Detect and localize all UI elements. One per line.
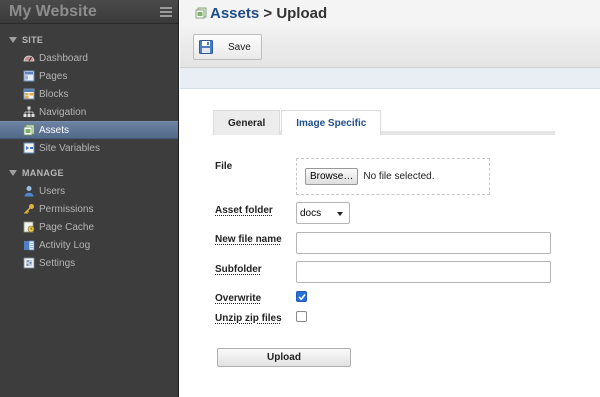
sidebar-item-label: Assets <box>39 124 70 136</box>
sidebar-item-label: Permissions <box>39 203 94 215</box>
sidebar-section-site[interactable]: SITE <box>0 31 178 49</box>
breadcrumb-current: Upload <box>276 4 328 22</box>
navigation-icon <box>23 106 35 117</box>
assets-icon <box>23 124 35 136</box>
collapse-triangle-icon <box>9 170 17 176</box>
users-icon <box>24 186 34 197</box>
breadcrumb-separator: > <box>263 4 273 22</box>
settings-icon <box>23 257 35 269</box>
collapse-triangle-icon <box>9 37 17 43</box>
toolbar: Save <box>180 26 600 68</box>
upload-form: General Image Specific File Browse… No f… <box>180 89 600 397</box>
new-file-name-input[interactable] <box>296 232 551 254</box>
breadcrumb-parent-link[interactable]: Assets <box>210 5 259 22</box>
sidebar-item-label: Pages <box>39 70 68 82</box>
sidebar-section-label: MANAGE <box>22 168 64 178</box>
new-file-name-label: New file name <box>215 234 282 245</box>
sidebar-item-assets[interactable]: Assets <box>0 121 178 139</box>
asset-folder-select[interactable]: docs <box>296 202 350 224</box>
sidebar-item-navigation[interactable]: Navigation <box>0 103 178 121</box>
page-cache-icon <box>23 221 35 233</box>
sidebar-header: My Website <box>0 0 178 24</box>
subfolder-label: Subfolder <box>215 264 262 275</box>
sidebar-item-label: Dashboard <box>39 52 88 64</box>
sidebar-item-permissions[interactable]: Permissions <box>0 200 178 218</box>
asset-folder-value: docs <box>300 207 322 219</box>
sidebar-item-label: Site Variables <box>39 142 100 154</box>
file-label: File <box>215 161 233 172</box>
sidebar-item-site-variables[interactable]: Site Variables <box>0 139 178 157</box>
save-icon <box>199 40 213 54</box>
sidebar-item-label: Navigation <box>39 106 87 118</box>
unzip-label: Unzip zip files <box>215 313 282 324</box>
sidebar-item-label: Activity Log <box>39 239 91 251</box>
site-title[interactable]: My Website <box>9 3 97 21</box>
sidebar-item-label: Page Cache <box>39 221 95 233</box>
sidebar-item-blocks[interactable]: Blocks <box>0 85 178 103</box>
tab-image-specific[interactable]: Image Specific <box>281 110 382 135</box>
save-button[interactable]: Save <box>193 34 262 60</box>
sidebar-section-label: SITE <box>22 35 44 45</box>
overwrite-checkbox[interactable] <box>296 291 307 302</box>
overwrite-label: Overwrite <box>215 293 262 304</box>
sidebar-item-label: Settings <box>39 257 76 269</box>
dashboard-icon <box>23 55 35 62</box>
save-button-label: Save <box>228 41 251 53</box>
tab-bar: General Image Specific <box>213 110 555 135</box>
browse-button[interactable]: Browse… <box>305 168 359 185</box>
site-variables-icon <box>23 142 35 154</box>
unzip-checkbox[interactable] <box>296 311 307 322</box>
menu-icon[interactable] <box>160 6 172 17</box>
breadcrumb: Assets > Upload <box>210 5 327 22</box>
page-header: Assets > Upload <box>180 0 600 26</box>
info-strip <box>180 68 600 89</box>
sidebar-item-page-cache[interactable]: Page Cache <box>0 218 178 236</box>
file-dropzone[interactable]: Browse… No file selected. <box>296 158 490 195</box>
asset-folder-label: Asset folder <box>215 205 273 216</box>
sidebar-item-activity-log[interactable]: Activity Log <box>0 236 178 254</box>
chevron-down-icon <box>337 212 343 216</box>
sidebar-item-label: Users <box>39 185 66 197</box>
pages-icon <box>23 70 35 82</box>
key-icon <box>24 204 34 214</box>
assets-icon <box>195 7 207 19</box>
tab-general[interactable]: General <box>213 110 281 135</box>
subfolder-input[interactable] <box>296 261 551 283</box>
sidebar-item-settings[interactable]: Settings <box>0 254 178 272</box>
file-status-text: No file selected. <box>363 171 435 182</box>
sidebar-item-dashboard[interactable]: Dashboard <box>0 49 178 67</box>
blocks-icon <box>23 88 35 100</box>
sidebar-item-pages[interactable]: Pages <box>0 67 178 85</box>
sidebar-item-label: Blocks <box>39 88 69 100</box>
sidebar-section-manage[interactable]: MANAGE <box>0 164 178 182</box>
activity-log-icon <box>24 240 35 251</box>
sidebar-item-users[interactable]: Users <box>0 182 178 200</box>
upload-button[interactable]: Upload <box>217 348 351 367</box>
checkmark-icon <box>298 294 306 301</box>
sidebar: My Website SITE Dashboard Pages Blocks N… <box>0 0 179 397</box>
